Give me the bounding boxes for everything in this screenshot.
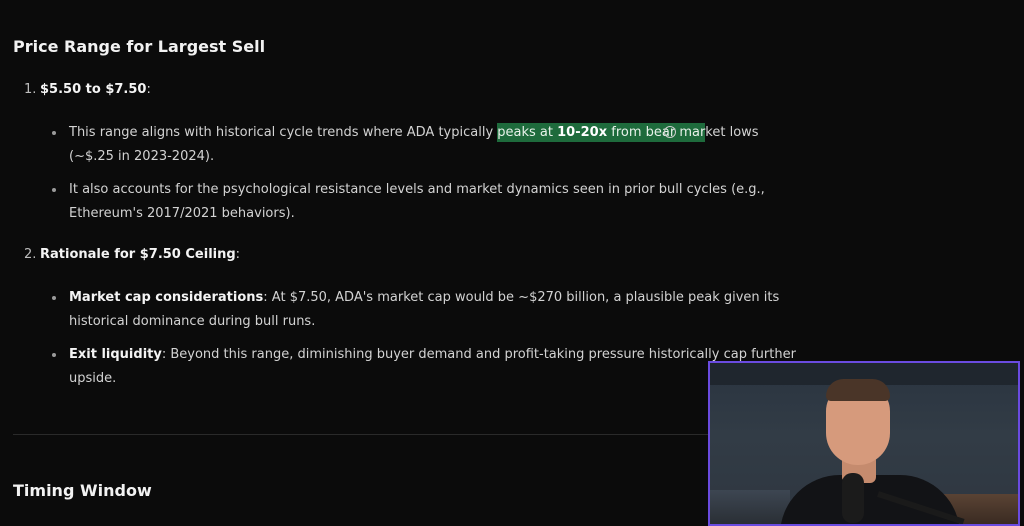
- section-heading-price-range: Price Range for Largest Sell: [13, 37, 266, 56]
- bullet-dot: [52, 353, 56, 357]
- webcam-overlay: [708, 361, 1020, 526]
- bullet-dot: [52, 188, 56, 192]
- numbered-item-1: 1. $5.50 to $7.50:: [24, 82, 151, 97]
- bullet-dot: [52, 131, 56, 135]
- numbered-item-2: 2. Rationale for $7.50 Ceiling:: [24, 247, 241, 262]
- item-label: $5.50 to $7.50: [40, 82, 147, 97]
- item-number: 2.: [24, 247, 37, 262]
- section-divider: [13, 434, 713, 435]
- item-number: 1.: [24, 82, 37, 97]
- item-label: Rationale for $7.50 Ceiling: [40, 247, 236, 262]
- microphone-icon: [842, 473, 864, 523]
- text-cursor-icon: [664, 126, 676, 138]
- section-heading-timing-window: Timing Window: [13, 481, 152, 500]
- bullet-dot: [52, 296, 56, 300]
